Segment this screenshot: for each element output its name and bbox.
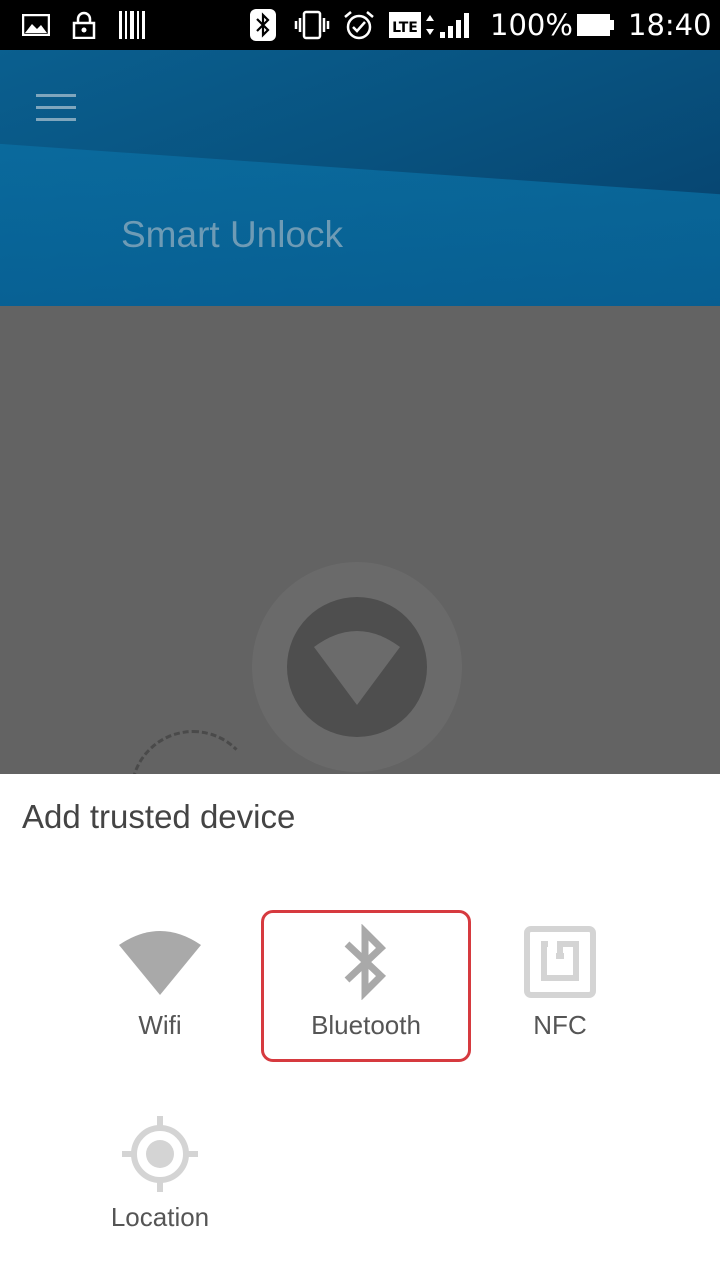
header-wave-decoration xyxy=(0,141,720,306)
wifi-option[interactable]: Wifi xyxy=(55,910,265,1062)
scan-ring-inner xyxy=(287,597,427,737)
image-icon xyxy=(22,0,50,50)
wifi-option-label: Wifi xyxy=(138,1010,182,1040)
dimmed-background[interactable] xyxy=(0,306,720,856)
add-trusted-device-sheet: Add trusted device Wifi Bluetooth NFC Lo… xyxy=(0,774,720,1280)
clock: 18:40 xyxy=(628,8,712,42)
location-icon xyxy=(122,1116,198,1192)
sheet-title: Add trusted device xyxy=(22,798,296,835)
bluetooth-icon xyxy=(250,0,276,50)
status-bar: LTE 100% 18:40 xyxy=(0,0,720,50)
signal-icon xyxy=(438,0,474,50)
battery-icon xyxy=(576,0,616,50)
wifi-icon xyxy=(314,631,400,705)
wifi-icon xyxy=(119,931,201,995)
location-option-label: Location xyxy=(110,1202,210,1232)
app-header: Smart Unlock xyxy=(0,50,720,306)
lock-icon xyxy=(72,0,96,50)
bluetooth-icon xyxy=(344,924,387,1000)
barcode-icon xyxy=(118,0,146,50)
bluetooth-option-label: Bluetooth xyxy=(311,1010,421,1040)
scan-ring xyxy=(252,562,462,772)
bluetooth-option[interactable]: Bluetooth xyxy=(261,910,471,1062)
lte-icon: LTE xyxy=(388,0,438,50)
svg-text:LTE: LTE xyxy=(392,20,418,36)
vibrate-icon xyxy=(294,0,330,50)
hamburger-menu-icon[interactable] xyxy=(28,86,84,130)
nfc-option-label: NFC xyxy=(533,1010,587,1040)
nfc-icon xyxy=(524,926,596,998)
battery-percent: 100% xyxy=(490,8,573,42)
page-title: Smart Unlock xyxy=(121,214,344,255)
alarm-icon xyxy=(342,0,376,50)
location-option[interactable]: Location xyxy=(55,1102,265,1254)
nfc-option[interactable]: NFC xyxy=(455,910,665,1062)
